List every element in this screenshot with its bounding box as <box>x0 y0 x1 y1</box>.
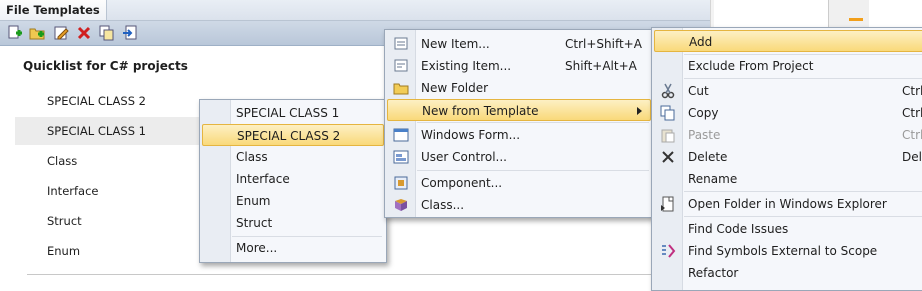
windows-form-icon <box>393 127 409 143</box>
edit-icon[interactable] <box>52 24 70 42</box>
menu-item-find-code-issues[interactable]: Find Code Issues <box>654 218 922 240</box>
add-icon[interactable] <box>6 24 24 42</box>
find-symbols-icon <box>660 243 676 259</box>
template-item[interactable]: Class <box>202 146 384 168</box>
menu-item-find-symbols-external[interactable]: Find Symbols External to Scope <box>654 240 922 262</box>
copy-icon <box>660 105 676 121</box>
template-item[interactable]: Struct <box>202 212 384 234</box>
menu-item-open-folder[interactable]: Open Folder in Windows Explorer <box>654 193 922 215</box>
menu-item-add[interactable]: Add <box>654 30 922 52</box>
menu-item-paste[interactable]: Paste Ctrl- <box>654 124 922 146</box>
menu-item-exclude-from-project[interactable]: Exclude From Project <box>654 55 922 77</box>
add-folder-icon[interactable] <box>28 24 46 42</box>
menu-item-delete[interactable]: Delete Del <box>654 146 922 168</box>
menu-separator <box>684 78 922 79</box>
background-editor-area <box>714 0 922 30</box>
quicklist-header: Quicklist for C# projects <box>23 59 188 73</box>
add-submenu: New Item... Ctrl+Shift+A Existing Item..… <box>384 29 654 218</box>
cut-icon <box>660 83 676 99</box>
class-icon <box>393 197 409 213</box>
menu-item-new-item[interactable]: New Item... Ctrl+Shift+A <box>387 33 651 55</box>
scrollbar[interactable] <box>828 0 869 28</box>
panel-tab-file-templates[interactable]: File Templates <box>0 0 107 20</box>
scroll-marker <box>849 18 863 21</box>
template-item[interactable]: Interface <box>202 168 384 190</box>
template-item[interactable]: SPECIAL CLASS 1 <box>202 102 384 124</box>
panel-title-bar: File Templates <box>0 0 710 21</box>
menu-item-copy[interactable]: Copy Ctrl- <box>654 102 922 124</box>
menu-item-windows-form[interactable]: Windows Form... <box>387 124 651 146</box>
templates-submenu: SPECIAL CLASS 1 SPECIAL CLASS 2 Class In… <box>199 99 387 263</box>
more-templates-item[interactable]: More... <box>202 237 384 259</box>
menu-item-cut[interactable]: Cut Ctrl- <box>654 80 922 102</box>
submenu-arrow-icon <box>637 107 642 115</box>
menu-item-refactor[interactable]: Refactor <box>654 262 922 284</box>
copy-icon[interactable] <box>98 24 116 42</box>
menu-item-existing-item[interactable]: Existing Item... Shift+Alt+A <box>387 55 651 77</box>
context-menu: Add Exclude From Project Cut Ctrl- Copy … <box>651 27 922 291</box>
component-icon <box>393 175 409 191</box>
menu-item-user-control[interactable]: User Control... <box>387 146 651 168</box>
menu-item-new-from-template[interactable]: New from Template <box>387 99 651 121</box>
template-item-highlighted[interactable]: SPECIAL CLASS 2 <box>202 124 384 146</box>
existing-item-icon <box>393 58 409 74</box>
explorer-icon <box>660 196 676 212</box>
menu-separator <box>417 170 649 171</box>
delete-icon[interactable] <box>75 24 93 42</box>
menu-item-rename[interactable]: Rename <box>654 168 922 190</box>
divider <box>27 274 687 275</box>
new-item-icon <box>393 36 409 52</box>
delete-icon <box>660 149 676 165</box>
menu-separator <box>684 191 922 192</box>
menu-item-new-folder[interactable]: New Folder <box>387 77 651 99</box>
import-icon[interactable] <box>121 24 139 42</box>
menu-separator <box>684 216 922 217</box>
folder-icon <box>393 80 409 96</box>
template-item[interactable]: Enum <box>202 190 384 212</box>
user-control-icon <box>393 149 409 165</box>
paste-icon <box>660 127 676 143</box>
menu-item-class[interactable]: Class... <box>387 194 651 216</box>
menu-item-component[interactable]: Component... <box>387 172 651 194</box>
menu-separator <box>417 122 649 123</box>
